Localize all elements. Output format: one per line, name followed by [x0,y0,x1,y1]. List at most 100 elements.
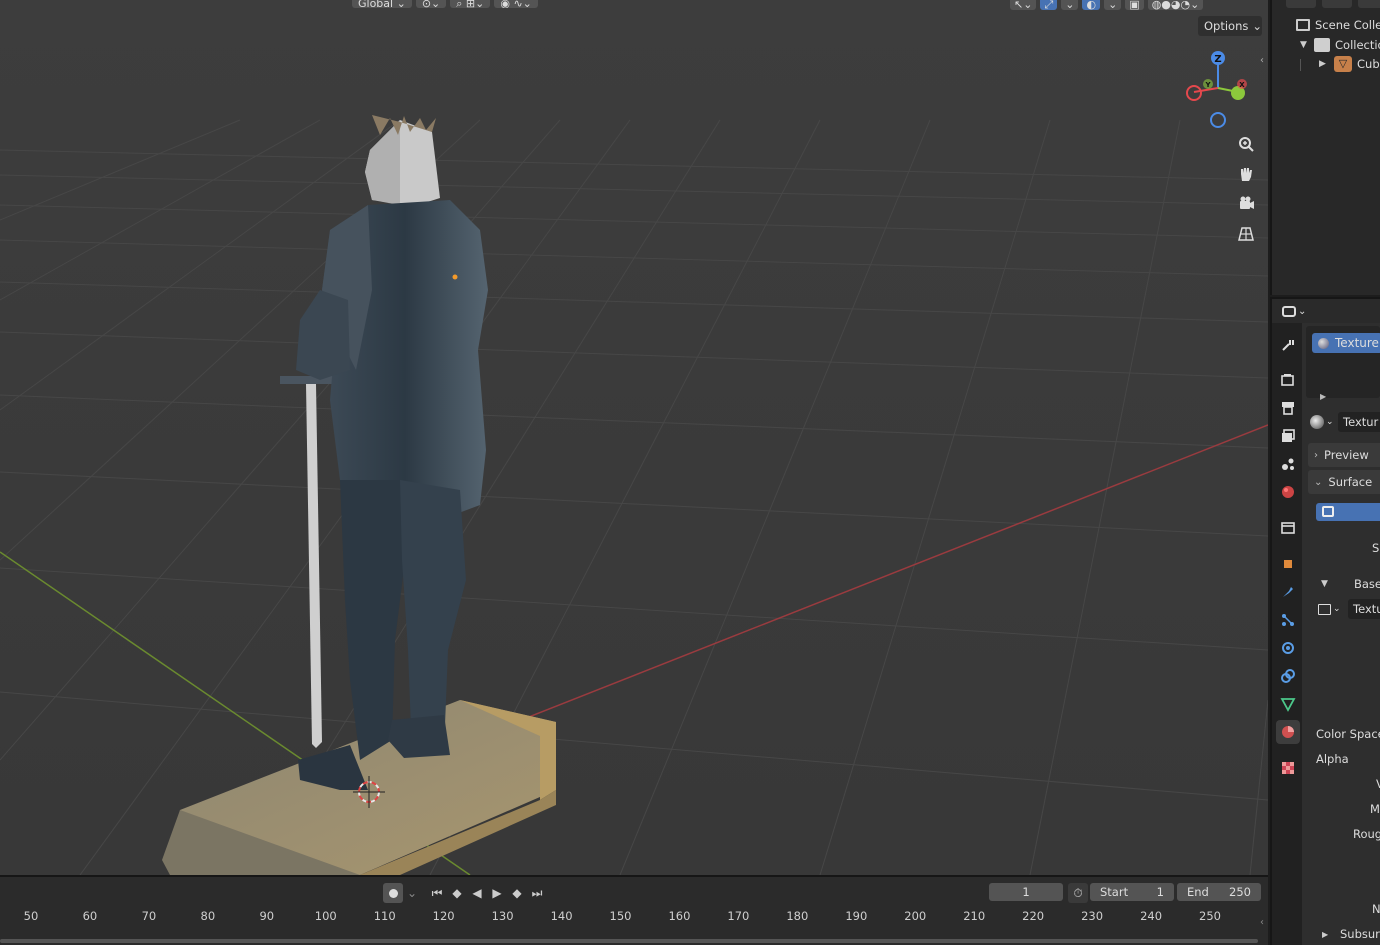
camera-view-icon[interactable] [1233,191,1259,217]
material-icon[interactable] [1276,720,1300,744]
chevron-down-icon: ⌄ [1252,19,1263,33]
panel-preview[interactable]: › Preview [1308,443,1380,467]
render-icon[interactable] [1276,368,1300,392]
color-space-row[interactable]: Color Space [1316,726,1380,742]
perspective-grid-icon[interactable] [1233,221,1259,247]
particles-icon[interactable] [1276,608,1300,632]
subsurface-label: Subsurf [1340,927,1380,941]
editor-type-icon[interactable] [1286,0,1316,8]
snap-icon[interactable]: ⌕ ⊞⌄ [450,0,491,8]
collection-icon[interactable] [1276,516,1300,540]
outliner-item-scene-collection[interactable]: Scene Collec [1272,15,1380,35]
panel-surface[interactable]: ⌄ Surface [1308,470,1380,494]
vector-row[interactable]: V [1376,776,1380,792]
image-texture-row[interactable]: ⌄ Textu [1302,599,1380,619]
shading-modes-icon[interactable]: ◍●◕◔⌄ [1147,0,1204,10]
view-layer-icon[interactable] [1276,424,1300,448]
xray-icon[interactable]: ▣ [1125,0,1144,10]
properties-editor-type-icon[interactable]: ⌄ [1282,302,1312,320]
object-icon[interactable] [1276,552,1300,576]
metallic-row[interactable]: M [1370,801,1380,817]
gizmo-z-label: Z [1214,54,1221,65]
material-name-field[interactable]: Textur [1338,412,1380,432]
material-selector[interactable]: ⌄ Textur [1302,411,1380,433]
next-keyframe-icon[interactable]: ◆ [508,883,526,903]
ruler-tick: 140 [550,909,573,923]
outliner-item-cube[interactable]: ▶ ▽ Cube [1272,54,1380,74]
select-tool-icon[interactable]: ↖⌄ [1010,0,1037,10]
gizmo-dropdown-icon[interactable]: ⌄ [1061,0,1079,10]
ruler-tick: 70 [141,909,157,923]
expand-arrow-icon[interactable]: ▼ [1321,579,1328,589]
expand-arrow-icon[interactable]: ▶ [1320,392,1326,401]
current-frame-field[interactable]: 1 [989,883,1063,901]
material-slot-list[interactable]: Texture ▶ [1306,326,1380,401]
texture-icon[interactable] [1276,756,1300,780]
jump-start-icon[interactable]: ⏮ [428,883,446,903]
pivot-icon[interactable]: ⊙⌄ [415,0,447,8]
surface-shader-button[interactable] [1316,503,1380,521]
outliner-item-collection[interactable]: ▼ Collectio [1272,35,1380,55]
n-fragment: N [1372,902,1380,916]
gizmo-toggle-icon[interactable]: ⤢ [1040,0,1058,10]
prev-keyframe-icon[interactable]: ◆ [448,883,466,903]
keying-dropdown-icon[interactable]: ⌄ [404,883,420,903]
v-fragment: V [1376,777,1380,791]
gizmo-x-label: X [1239,81,1245,89]
expand-arrow-icon[interactable]: ▼ [1300,40,1307,50]
record-icon[interactable] [383,883,403,903]
filter-icon[interactable] [1358,0,1380,8]
data-icon[interactable] [1276,692,1300,716]
frame-ruler[interactable]: 50 60 70 80 90 100 110 120 130 140 150 160 170 180 190… [0,907,1268,939]
outliner-editor[interactable]: Scene Collec ▼ Collectio ▶ ▽ Cube [1270,0,1380,295]
orientation-chip[interactable]: Global ⌄ [352,0,412,8]
timeline-sidebar-toggle-icon[interactable]: ‹ [1260,917,1264,928]
alpha-row[interactable]: Alpha [1316,751,1380,767]
normal-row[interactable]: N [1372,901,1380,917]
material-slot-item[interactable]: Texture [1312,333,1380,353]
stopwatch-icon[interactable]: ⏱ [1068,883,1088,903]
options-dropdown[interactable]: Options ⌄ [1198,16,1262,36]
3d-viewport[interactable]: Global ⌄ ⊙⌄ ⌕ ⊞⌄ ◉ ∿⌄ ↖⌄ ⤢ ⌄ ◐ ⌄ ▣ ◍●◕◔⌄… [0,0,1268,875]
modifier-icon[interactable] [1276,580,1300,604]
properties-header: ⌄ [1270,297,1380,323]
overlay-toggle-icon[interactable]: ◐ [1082,0,1101,10]
timeline-scrollbar[interactable] [0,939,1258,943]
sidebar-toggle-icon[interactable]: ‹ [1260,55,1264,66]
output-icon[interactable] [1276,396,1300,420]
ruler-tick: 90 [259,909,275,923]
roughness-row[interactable]: Roug [1353,826,1380,842]
material-properties[interactable]: Texture ▶ ⌄ Textur › Preview ⌄ Surface S… [1302,323,1380,945]
play-reverse-icon[interactable]: ◀ [468,883,486,903]
expand-arrow-icon[interactable]: ▶ [1319,59,1326,69]
surface-s-fragment: S [1372,541,1380,555]
image-name-field[interactable]: Textu [1348,599,1380,619]
image-icon[interactable]: ⌄ [1318,600,1346,618]
timeline-editor[interactable]: ⌄ ⏮ ◆ ◀ ▶ ◆ ⏭ 1 ⏱ Start 1 End 250 50 60 70… [0,875,1268,945]
display-mode-icon[interactable] [1322,0,1352,8]
alpha-label: Alpha [1316,752,1349,766]
pan-hand-icon[interactable] [1233,161,1259,187]
base-color-row[interactable]: ▼ Base [1302,575,1380,593]
start-frame-field[interactable]: Start 1 [1090,883,1174,901]
subsurface-row[interactable]: ▶ Subsurf [1302,926,1380,942]
start-value: 1 [1156,885,1164,899]
overlay-dropdown-icon[interactable]: ⌄ [1104,0,1122,10]
world-icon[interactable] [1276,480,1300,504]
constraints-icon[interactable] [1276,664,1300,688]
ruler-tick: 170 [727,909,750,923]
tool-icon[interactable] [1276,333,1300,357]
zoom-icon[interactable] [1233,131,1259,157]
collection-box-icon [1296,19,1310,31]
navigation-gizmo[interactable]: Z Y X [1180,46,1250,136]
physics-icon[interactable] [1276,636,1300,660]
end-frame-field[interactable]: End 250 [1177,883,1261,901]
jump-end-icon[interactable]: ⏭ [528,883,546,903]
orientation-dropdown[interactable]: Global ⌄ ⊙⌄ ⌕ ⊞⌄ ◉ ∿⌄ [352,0,538,12]
expand-arrow-icon[interactable]: ▶ [1322,930,1328,939]
ruler-tick: 100 [314,909,337,923]
proportional-edit-icon[interactable]: ◉ ∿⌄ [494,0,538,8]
play-icon[interactable]: ▶ [488,883,506,903]
scene-icon[interactable] [1276,452,1300,476]
browse-material-icon[interactable]: ⌄ [1310,412,1336,432]
